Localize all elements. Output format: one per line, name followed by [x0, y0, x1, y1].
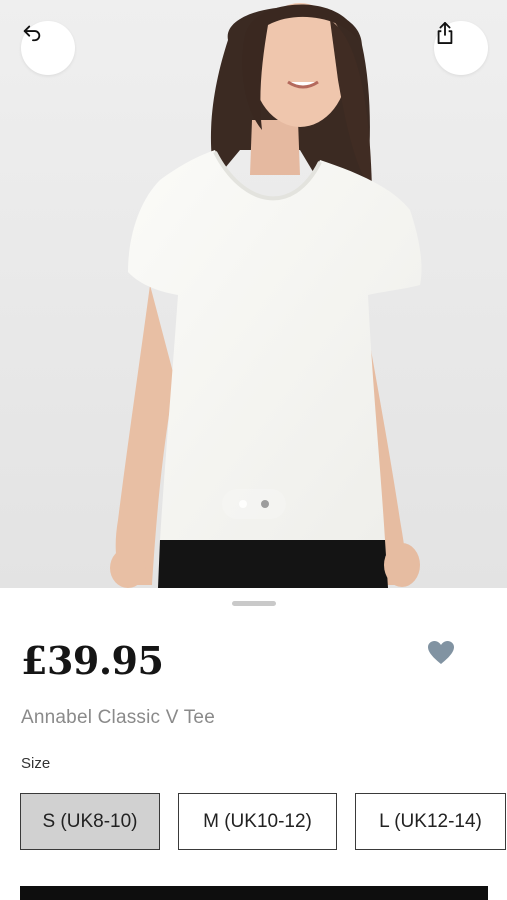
- size-label: Size: [21, 755, 51, 772]
- add-to-bag-button[interactable]: [20, 886, 488, 900]
- carousel-dot[interactable]: [239, 500, 247, 508]
- wishlist-button[interactable]: [427, 640, 455, 666]
- product-name: Annabel Classic V Tee: [21, 707, 215, 728]
- back-button[interactable]: [21, 21, 75, 75]
- carousel-dot-active[interactable]: [261, 500, 269, 508]
- size-option-m[interactable]: M (UK10-12): [178, 793, 337, 850]
- size-selector: S (UK8-10) M (UK10-12) L (UK12-14): [20, 793, 506, 853]
- size-option-s[interactable]: S (UK8-10): [20, 793, 160, 850]
- product-image[interactable]: [0, 0, 507, 588]
- carousel-indicator[interactable]: [222, 489, 286, 519]
- sheet-drag-handle[interactable]: [232, 601, 276, 606]
- product-detail-screen: £39.95 Annabel Classic V Tee Size S (UK8…: [0, 0, 507, 900]
- product-info-sheet: £39.95 Annabel Classic V Tee Size S (UK8…: [0, 588, 507, 900]
- heart-icon: [427, 641, 455, 670]
- share-button[interactable]: [434, 21, 488, 75]
- product-price: £39.95: [21, 638, 164, 683]
- size-option-l[interactable]: L (UK12-14): [355, 793, 506, 850]
